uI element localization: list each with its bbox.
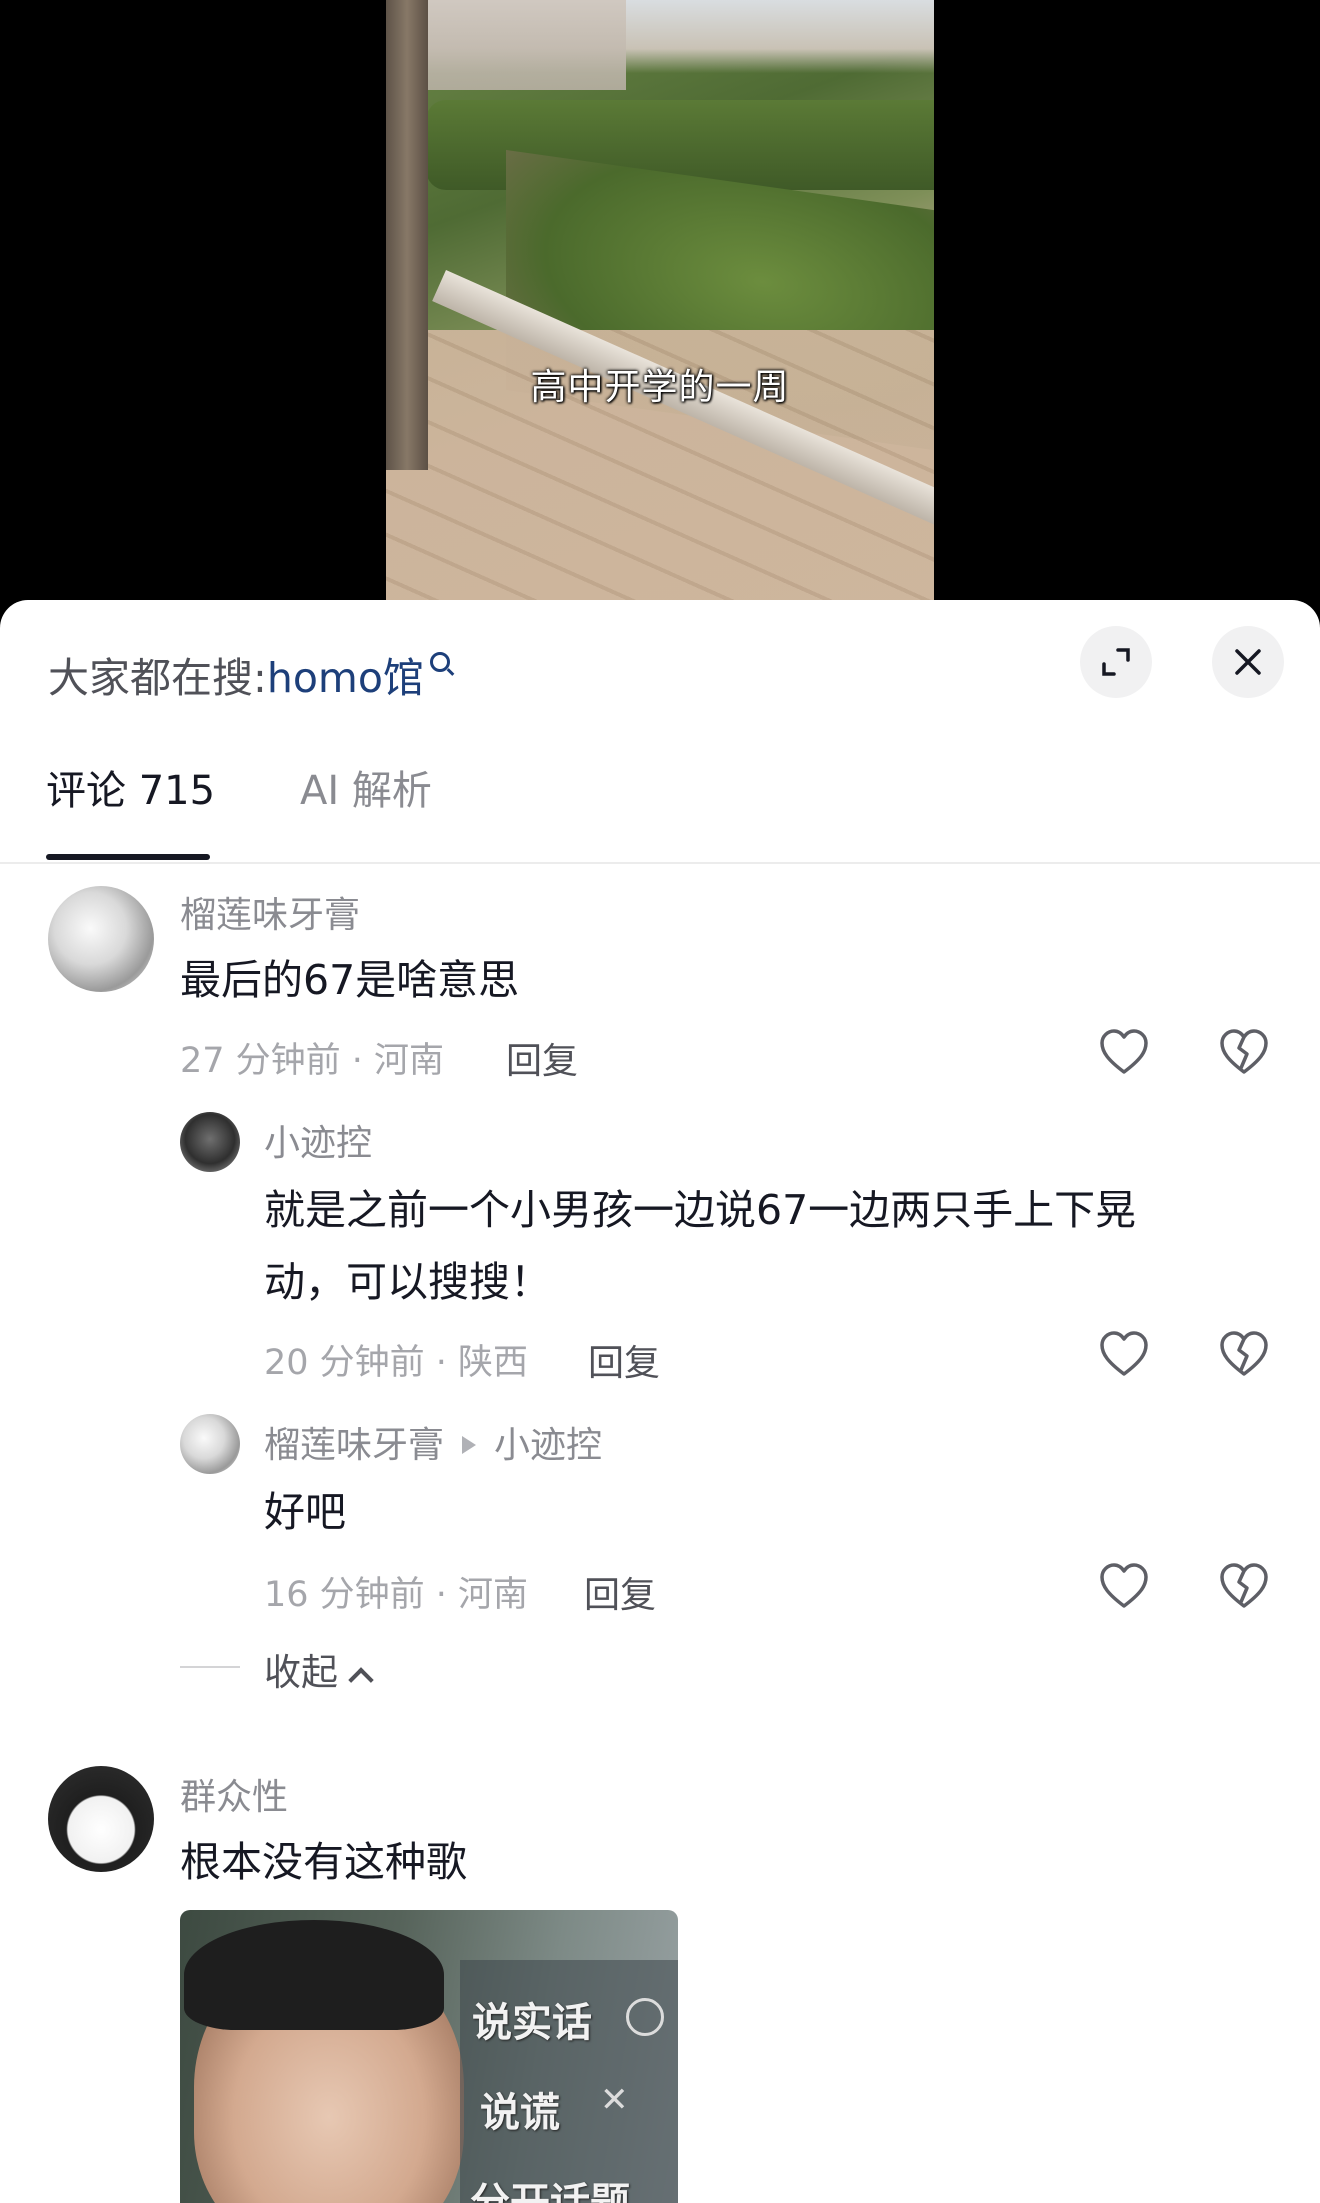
tab-bar: 评论 715 AI 解析 — [0, 750, 1320, 864]
cross-icon: ✕ — [600, 2080, 629, 2120]
comment-image[interactable]: 说实话 说谎 ✕ 分开话题 — [180, 1910, 678, 2203]
tab-active-indicator — [46, 854, 210, 860]
comment-author[interactable]: 群众性 — [180, 1768, 288, 1820]
video-frame[interactable]: 高中开学的一周 — [386, 0, 934, 610]
reply-author-name[interactable]: 榴莲味牙膏 — [264, 1425, 444, 1466]
meme-label-topic: 分开话题 — [470, 2180, 630, 2203]
video-caption: 高中开学的一周 — [530, 367, 790, 408]
reply-author: 榴莲味牙膏 小迹控 — [264, 1416, 602, 1468]
reply-button[interactable]: 回复 — [506, 1032, 578, 1084]
close-icon — [1235, 649, 1261, 675]
reply-to-name[interactable]: 小迹控 — [494, 1425, 602, 1466]
comment-meta: 27 分钟前 · 河南 — [180, 1041, 445, 1081]
close-button[interactable] — [1212, 626, 1284, 698]
video-player[interactable]: 高中开学的一周 — [0, 0, 1320, 620]
reply-text-line-2[interactable]: 动，可以搜搜！ — [264, 1246, 551, 1318]
reply-button[interactable]: 回复 — [584, 1566, 656, 1618]
collapse-divider — [180, 1666, 240, 1668]
dislike-icon[interactable] — [1218, 1028, 1270, 1076]
chevron-up-icon — [348, 1667, 374, 1693]
collapse-label: 收起 — [264, 1651, 338, 1694]
avatar[interactable] — [48, 886, 154, 992]
like-icon[interactable] — [1098, 1330, 1150, 1378]
like-icon[interactable] — [1098, 1028, 1150, 1076]
meme-hair — [184, 1920, 444, 2030]
trending-search[interactable]: 大家都在搜:homo馆 — [48, 644, 450, 704]
expand-button[interactable] — [1080, 626, 1152, 698]
tab-ai-analysis[interactable]: AI 解析 — [300, 758, 432, 816]
trending-search-prefix: 大家都在搜: — [48, 654, 267, 702]
collapse-replies-button[interactable]: 收起 — [264, 1642, 374, 1696]
comment-text[interactable]: 根本没有这种歌 — [180, 1826, 467, 1898]
meme-label-truth: 说实话 — [472, 2000, 592, 2046]
reply-meta: 20 分钟前 · 陕西 — [264, 1343, 529, 1383]
reply-button[interactable]: 回复 — [588, 1334, 660, 1386]
tab-comments[interactable]: 评论 715 — [46, 758, 215, 816]
trending-search-keyword[interactable]: homo馆 — [267, 654, 424, 702]
reply-text[interactable]: 好吧 — [264, 1476, 346, 1548]
comment-text[interactable]: 最后的67是啥意思 — [180, 944, 519, 1016]
circle-icon — [626, 1998, 664, 2036]
video-building — [426, 0, 626, 90]
dislike-icon[interactable] — [1218, 1330, 1270, 1378]
reply-to-arrow-icon — [462, 1436, 477, 1454]
avatar[interactable] — [48, 1766, 154, 1872]
comment-sheet: 大家都在搜:homo馆 评论 715 AI 解析 榴莲味牙膏 最后的67是啥意思… — [0, 600, 1320, 2203]
dislike-icon[interactable] — [1218, 1562, 1270, 1610]
meme-label-lie: 说谎 — [480, 2090, 560, 2136]
reply-meta: 16 分钟前 · 河南 — [264, 1575, 529, 1615]
avatar[interactable] — [180, 1414, 240, 1474]
reply-text-line-1[interactable]: 就是之前一个小男孩一边说67一边两只手上下晃 — [264, 1174, 1136, 1246]
like-icon[interactable] — [1098, 1562, 1150, 1610]
comment-author[interactable]: 榴莲味牙膏 — [180, 886, 360, 938]
reply-author[interactable]: 小迹控 — [264, 1114, 372, 1166]
avatar[interactable] — [180, 1112, 240, 1172]
expand-icon — [1102, 648, 1130, 676]
search-icon — [429, 652, 450, 672]
